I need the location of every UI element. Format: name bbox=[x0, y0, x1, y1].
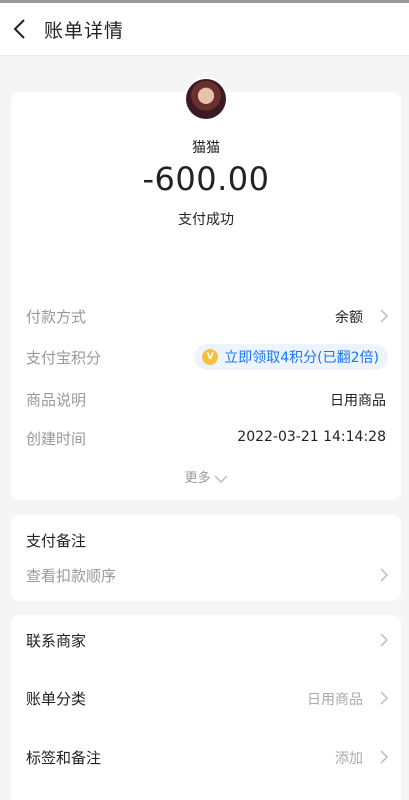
tags-notes-item[interactable]: 标签和备注 bbox=[26, 747, 101, 768]
chevron-down-icon bbox=[213, 474, 228, 483]
points-label: 支付宝积分 bbox=[26, 349, 102, 367]
payment-method-label: 付款方式 bbox=[26, 308, 87, 326]
claim-points-button[interactable]: 立即领取4积分(已翻2倍) bbox=[194, 344, 388, 370]
chevron-right-icon bbox=[380, 309, 389, 323]
top-nav-bar: 账单详情 bbox=[0, 3, 409, 56]
created-time-label: 创建时间 bbox=[26, 430, 87, 448]
chevron-right-icon bbox=[380, 633, 389, 647]
payment-method-value[interactable]: 余额 bbox=[335, 307, 363, 327]
more-label: 更多 bbox=[184, 471, 211, 486]
payment-remark-card: 支付备注 查看扣款顺序 bbox=[11, 515, 401, 601]
chevron-right-icon bbox=[380, 568, 389, 582]
avatar bbox=[186, 79, 226, 119]
product-desc-label: 商品说明 bbox=[26, 391, 87, 409]
page-title: 账单详情 bbox=[44, 20, 125, 42]
bill-actions-card: 联系商家 账单分类 日用商品 标签和备注 添加 bbox=[11, 615, 401, 800]
deduction-order-link[interactable]: 查看扣款顺序 bbox=[26, 565, 116, 586]
contact-merchant-item[interactable]: 联系商家 bbox=[26, 630, 86, 651]
back-arrow-icon[interactable] bbox=[10, 17, 32, 41]
payment-remark-title: 支付备注 bbox=[26, 532, 87, 550]
bill-category-value: 日用商品 bbox=[307, 692, 363, 708]
payment-status: 支付成功 bbox=[178, 212, 234, 228]
chevron-right-icon bbox=[380, 691, 389, 705]
more-button[interactable]: 更多 bbox=[11, 467, 401, 486]
amount: -600.00 bbox=[142, 160, 270, 198]
payee-name: 猫猫 bbox=[192, 140, 220, 156]
points-text: 立即领取4积分(已翻2倍) bbox=[224, 350, 379, 366]
chevron-right-icon bbox=[380, 750, 389, 764]
add-tag-value[interactable]: 添加 bbox=[335, 748, 363, 768]
bill-summary-card: 猫猫 -600.00 支付成功 付款方式 余额 支付宝积分 立即领取4积分(已翻… bbox=[11, 79, 401, 500]
product-desc-value: 日用商品 bbox=[330, 393, 386, 409]
created-time-value: 2022-03-21 14:14:28 bbox=[237, 429, 386, 445]
coin-icon bbox=[202, 349, 219, 365]
bill-category-item[interactable]: 账单分类 bbox=[26, 688, 86, 709]
